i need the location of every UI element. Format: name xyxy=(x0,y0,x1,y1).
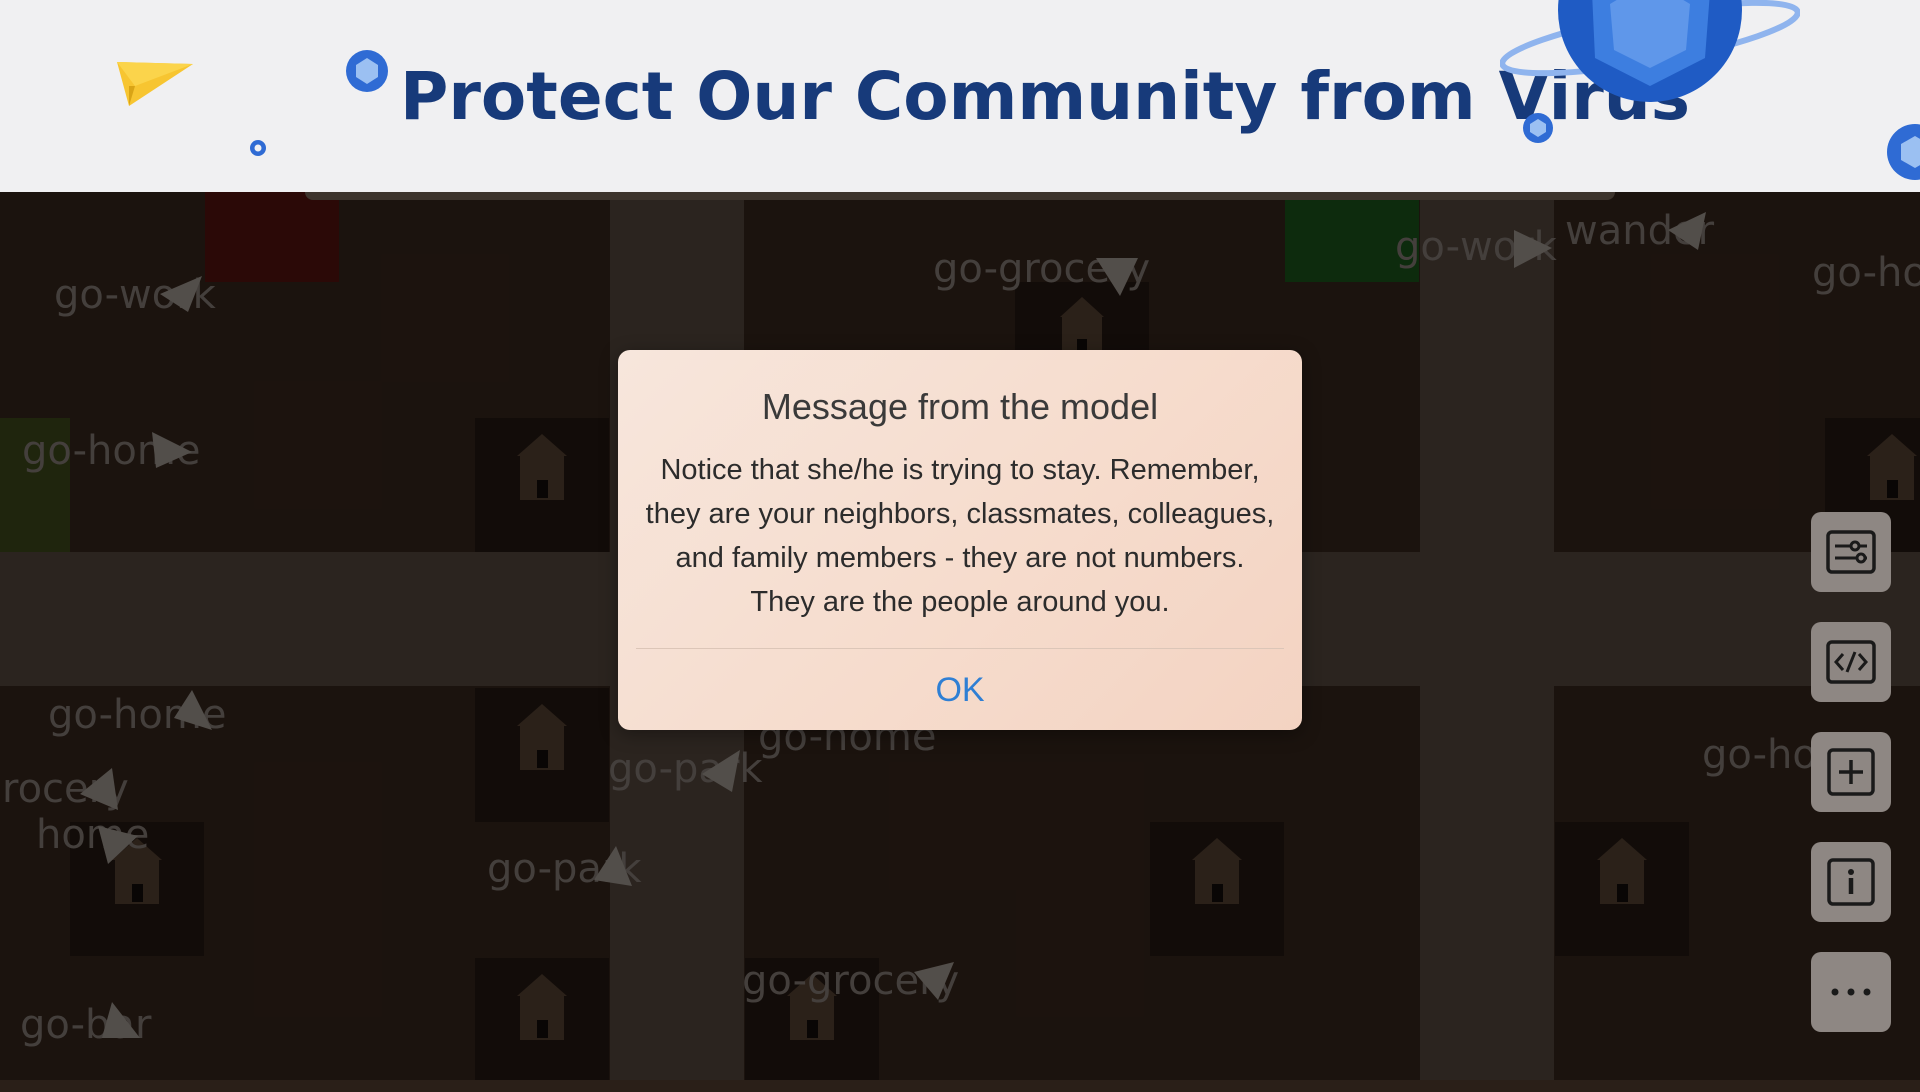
more-button[interactable] xyxy=(1811,952,1891,1032)
info-icon xyxy=(1827,858,1875,906)
dialog-title: Message from the model xyxy=(761,386,1159,427)
gem-icon xyxy=(346,50,388,92)
gem-icon xyxy=(1523,113,1553,143)
dot-icon xyxy=(250,140,266,156)
planet-icon xyxy=(1500,0,1800,102)
code-button[interactable] xyxy=(1811,622,1891,702)
add-icon xyxy=(1827,748,1875,796)
gem-icon xyxy=(1887,124,1920,180)
dialog-body: Notice that she/he is trying to stay. Re… xyxy=(638,448,1282,624)
settings-sliders-icon xyxy=(1826,530,1876,574)
add-button[interactable] xyxy=(1811,732,1891,812)
ok-button[interactable]: OK xyxy=(618,650,1302,730)
paper-plane-icon xyxy=(117,62,193,106)
page-title: Protect Our Community from Virus xyxy=(400,58,1691,135)
dialog-body-line: and family members - they are not number… xyxy=(675,542,1245,574)
more-icon xyxy=(1831,988,1871,996)
dialog-body-line: they are your neighbors, classmates, col… xyxy=(645,498,1275,530)
dialog-body-line: They are the people around you. xyxy=(750,586,1170,618)
app-header: Protect Our Community from Virus xyxy=(0,0,1920,192)
code-icon xyxy=(1826,640,1876,684)
model-message-dialog: Message from the model Notice that she/h… xyxy=(618,350,1302,730)
info-button[interactable] xyxy=(1811,842,1891,922)
dialog-body-line: Notice that she/he is trying to stay. Re… xyxy=(660,454,1260,486)
settings-button[interactable] xyxy=(1811,512,1891,592)
dialog-divider xyxy=(636,648,1284,649)
